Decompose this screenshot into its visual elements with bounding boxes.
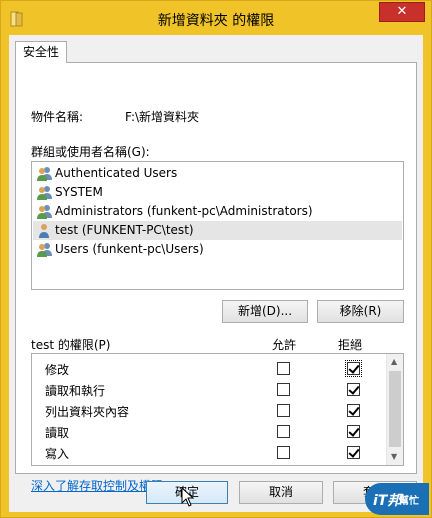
dialog-body: 安全性 物件名稱: F:\新增資料夾 群組或使用者名稱(G): Authenti… bbox=[9, 35, 423, 512]
scrollbar-thumb[interactable] bbox=[389, 371, 401, 447]
permission-row: 讀取 bbox=[32, 421, 384, 442]
user-group-icon bbox=[37, 243, 52, 257]
permissions-label: test 的權限(P) bbox=[31, 338, 111, 352]
deny-checkbox[interactable] bbox=[347, 446, 360, 459]
title-bar[interactable]: 新增資料夾 的權限 ✕ bbox=[1, 1, 431, 35]
deny-checkbox[interactable] bbox=[347, 425, 360, 438]
allow-checkbox[interactable] bbox=[277, 404, 290, 417]
allow-checkbox[interactable] bbox=[277, 446, 290, 459]
remove-button[interactable]: 移除(R) bbox=[317, 300, 404, 323]
list-item[interactable]: SYSTEM bbox=[33, 183, 402, 202]
allow-checkbox[interactable] bbox=[277, 362, 290, 375]
tab-security[interactable]: 安全性 bbox=[15, 41, 67, 63]
permissions-list: 修改 讀取和執行 列出資料夾內容 讀取 寫入 ▲ ▼ bbox=[31, 353, 404, 466]
permission-row: 修改 bbox=[32, 358, 384, 379]
security-tab-panel: 物件名稱: F:\新增資料夾 群組或使用者名稱(G): Authenticate… bbox=[15, 62, 417, 493]
permission-name: 修改 bbox=[45, 363, 70, 377]
permission-name: 列出資料夾內容 bbox=[45, 405, 130, 419]
mouse-cursor-icon bbox=[181, 487, 195, 507]
allow-checkbox[interactable] bbox=[277, 383, 290, 396]
permission-name: 寫入 bbox=[45, 447, 70, 461]
close-button[interactable]: ✕ bbox=[379, 2, 425, 22]
list-item-label: Authenticated Users bbox=[55, 166, 178, 180]
add-button[interactable]: 新增(D)... bbox=[222, 300, 308, 323]
ithome-watermark-logo: iT邦 幫忙 bbox=[365, 483, 429, 515]
deny-checkbox[interactable] bbox=[347, 404, 360, 417]
allow-header: 允許 bbox=[272, 338, 297, 352]
window-title: 新增資料夾 的權限 bbox=[157, 13, 275, 29]
allow-checkbox[interactable] bbox=[277, 425, 290, 438]
user-icon bbox=[39, 224, 49, 238]
list-item-label: SYSTEM bbox=[55, 185, 103, 199]
permissions-dialog: 新增資料夾 的權限 ✕ 安全性 物件名稱: F:\新增資料夾 群組或使用者名稱(… bbox=[0, 0, 432, 518]
list-item[interactable]: Administrators (funkent-pc\Administrator… bbox=[33, 202, 402, 221]
user-group-icon bbox=[37, 186, 52, 200]
list-item[interactable]: Users (funkent-pc\Users) bbox=[33, 240, 402, 259]
object-name-value: F:\新增資料夾 bbox=[125, 110, 200, 124]
user-group-icon bbox=[37, 167, 52, 181]
access-control-help-link[interactable]: 深入了解存取控制及權限 bbox=[31, 477, 163, 494]
scroll-down-icon[interactable]: ▼ bbox=[391, 452, 397, 461]
watermark-logo-text: iT邦 bbox=[373, 493, 402, 509]
permissions-scrollbar[interactable]: ▲ ▼ bbox=[386, 354, 403, 465]
scroll-up-icon[interactable]: ▲ bbox=[391, 357, 397, 366]
user-group-icon bbox=[37, 205, 52, 219]
list-item[interactable]: Authenticated Users bbox=[33, 164, 402, 183]
permission-row: 寫入 bbox=[32, 442, 384, 463]
groups-label: 群組或使用者名稱(G): bbox=[31, 145, 150, 159]
permission-name: 讀取 bbox=[45, 426, 70, 440]
permission-row: 列出資料夾內容 bbox=[32, 400, 384, 421]
list-item-label: test (FUNKENT-PC\test) bbox=[55, 223, 194, 237]
object-name-label: 物件名稱: bbox=[31, 110, 84, 124]
deny-checkbox[interactable] bbox=[347, 383, 360, 396]
deny-checkbox[interactable] bbox=[345, 360, 362, 377]
group-user-list[interactable]: Authenticated Users SYSTEM Administrator… bbox=[31, 161, 404, 290]
list-item-selected[interactable]: test (FUNKENT-PC\test) bbox=[33, 221, 402, 240]
cancel-button[interactable]: 取消 bbox=[239, 481, 323, 504]
watermark-sub-text: 幫忙 bbox=[399, 496, 419, 507]
deny-header: 拒絕 bbox=[338, 338, 363, 352]
permission-name: 讀取和執行 bbox=[45, 384, 106, 398]
list-item-label: Administrators (funkent-pc\Administrator… bbox=[55, 204, 313, 218]
list-item-label: Users (funkent-pc\Users) bbox=[55, 242, 204, 256]
permission-row: 讀取和執行 bbox=[32, 379, 384, 400]
